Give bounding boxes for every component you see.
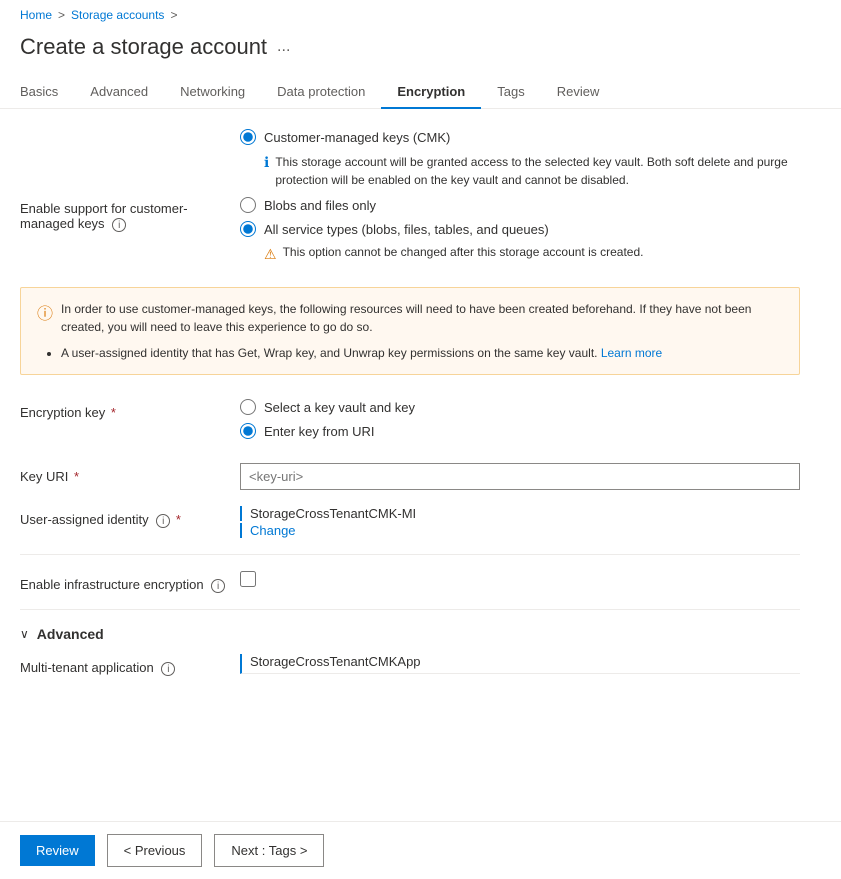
infra-encryption-row: Enable infrastructure encryption i [20, 571, 800, 593]
blobs-radio[interactable] [240, 197, 256, 213]
user-identity-required: * [176, 512, 181, 527]
key-uri-input[interactable] [240, 463, 800, 490]
advanced-section: ∨ Advanced Multi-tenant application i St… [20, 626, 800, 676]
tab-basics[interactable]: Basics [20, 76, 74, 109]
cmk-radio[interactable] [240, 129, 256, 145]
encryption-key-row: Encryption key * Select a key vault and … [20, 399, 800, 447]
page-header: Create a storage account ... [0, 30, 841, 76]
alert-header: ⓘ In order to use customer-managed keys,… [37, 300, 783, 336]
footer: Review < Previous Next : Tags > [0, 821, 841, 879]
alert-icon: ⓘ [37, 300, 53, 324]
multi-tenant-label: Multi-tenant application i [20, 654, 240, 676]
encryption-key-required: * [111, 405, 116, 420]
breadcrumb-storage[interactable]: Storage accounts [71, 8, 164, 22]
next-button[interactable]: Next : Tags > [214, 834, 324, 867]
tab-data-protection[interactable]: Data protection [261, 76, 381, 109]
tab-encryption[interactable]: Encryption [381, 76, 481, 109]
tab-tags[interactable]: Tags [481, 76, 540, 109]
multi-tenant-info-icon[interactable]: i [161, 662, 175, 676]
blobs-radio-label[interactable]: Blobs and files only [264, 198, 376, 213]
alert-list-item: A user-assigned identity that has Get, W… [61, 344, 783, 362]
previous-button[interactable]: < Previous [107, 834, 203, 867]
warning-text: This option cannot be changed after this… [283, 245, 644, 259]
advanced-section-title: Advanced [37, 626, 104, 642]
tab-bar: Basics Advanced Networking Data protecti… [0, 76, 841, 109]
vault-key-radio[interactable] [240, 399, 256, 415]
uri-radio-label[interactable]: Enter key from URI [264, 424, 375, 439]
cmk-support-info-icon[interactable]: i [112, 218, 126, 232]
encryption-key-content: Select a key vault and key Enter key fro… [240, 399, 800, 447]
vault-key-label[interactable]: Select a key vault and key [264, 400, 415, 415]
main-content: Customer-managed keys (CMK) ℹ This stora… [0, 129, 820, 676]
uri-radio[interactable] [240, 423, 256, 439]
review-button[interactable]: Review [20, 835, 95, 866]
all-services-radio[interactable] [240, 221, 256, 237]
multi-tenant-content: StorageCrossTenantCMKApp [240, 654, 800, 674]
key-uri-required: * [74, 469, 79, 484]
breadcrumb-sep2: > [170, 8, 177, 22]
breadcrumb-home[interactable]: Home [20, 8, 52, 22]
cmk-radio-option[interactable]: Customer-managed keys (CMK) [240, 129, 800, 145]
alert-section: ⓘ In order to use customer-managed keys,… [20, 287, 800, 375]
info-icon-cmk: ℹ [264, 154, 269, 171]
page-title: Create a storage account [20, 34, 267, 60]
vault-key-radio-option[interactable]: Select a key vault and key [240, 399, 800, 415]
cmk-info-text: This storage account will be granted acc… [275, 153, 800, 189]
cmk-support-content: Blobs and files only All service types (… [240, 197, 800, 267]
infra-encryption-label: Enable infrastructure encryption i [20, 571, 240, 593]
key-uri-content [240, 463, 800, 490]
blobs-radio-option[interactable]: Blobs and files only [240, 197, 800, 213]
infra-encryption-content [240, 571, 800, 587]
tab-review[interactable]: Review [541, 76, 616, 109]
cmk-support-section: Enable support for customer-managed keys… [20, 197, 800, 267]
cmk-radio-label[interactable]: Customer-managed keys (CMK) [264, 130, 450, 145]
tab-networking[interactable]: Networking [164, 76, 261, 109]
user-identity-change-link[interactable]: Change [240, 523, 800, 538]
advanced-chevron-icon: ∨ [20, 627, 29, 641]
breadcrumb: Home > Storage accounts > [0, 0, 841, 30]
key-uri-label: Key URI * [20, 463, 240, 484]
multi-tenant-row: Multi-tenant application i StorageCrossT… [20, 654, 800, 676]
encryption-key-label: Encryption key * [20, 399, 240, 420]
divider-1 [20, 554, 800, 555]
warning-box: ⚠ This option cannot be changed after th… [264, 245, 800, 263]
warning-icon: ⚠ [264, 246, 277, 263]
all-services-radio-option[interactable]: All service types (blobs, files, tables,… [240, 221, 800, 237]
advanced-section-header[interactable]: ∨ Advanced [20, 626, 800, 642]
infra-encryption-info-icon[interactable]: i [211, 579, 225, 593]
cmk-support-label: Enable support for customer-managed keys… [20, 197, 240, 232]
infra-encryption-checkbox[interactable] [240, 571, 256, 587]
divider-2 [20, 609, 800, 610]
learn-more-link[interactable]: Learn more [601, 346, 662, 360]
user-identity-content: StorageCrossTenantCMK-MI Change [240, 506, 800, 538]
uri-radio-option[interactable]: Enter key from URI [240, 423, 800, 439]
user-identity-info-icon[interactable]: i [156, 514, 170, 528]
alert-text: In order to use customer-managed keys, t… [61, 300, 783, 336]
all-services-radio-label[interactable]: All service types (blobs, files, tables,… [264, 222, 549, 237]
key-uri-row: Key URI * [20, 463, 800, 490]
page-options-icon[interactable]: ... [277, 38, 290, 56]
breadcrumb-sep1: > [58, 8, 65, 22]
user-identity-label: User-assigned identity i * [20, 506, 240, 528]
multi-tenant-value: StorageCrossTenantCMKApp [240, 654, 800, 674]
tab-advanced[interactable]: Advanced [74, 76, 164, 109]
user-identity-row: User-assigned identity i * StorageCrossT… [20, 506, 800, 538]
user-identity-value: StorageCrossTenantCMK-MI [240, 506, 800, 521]
alert-list: A user-assigned identity that has Get, W… [61, 344, 783, 362]
infra-encryption-checkbox-row [240, 571, 800, 587]
